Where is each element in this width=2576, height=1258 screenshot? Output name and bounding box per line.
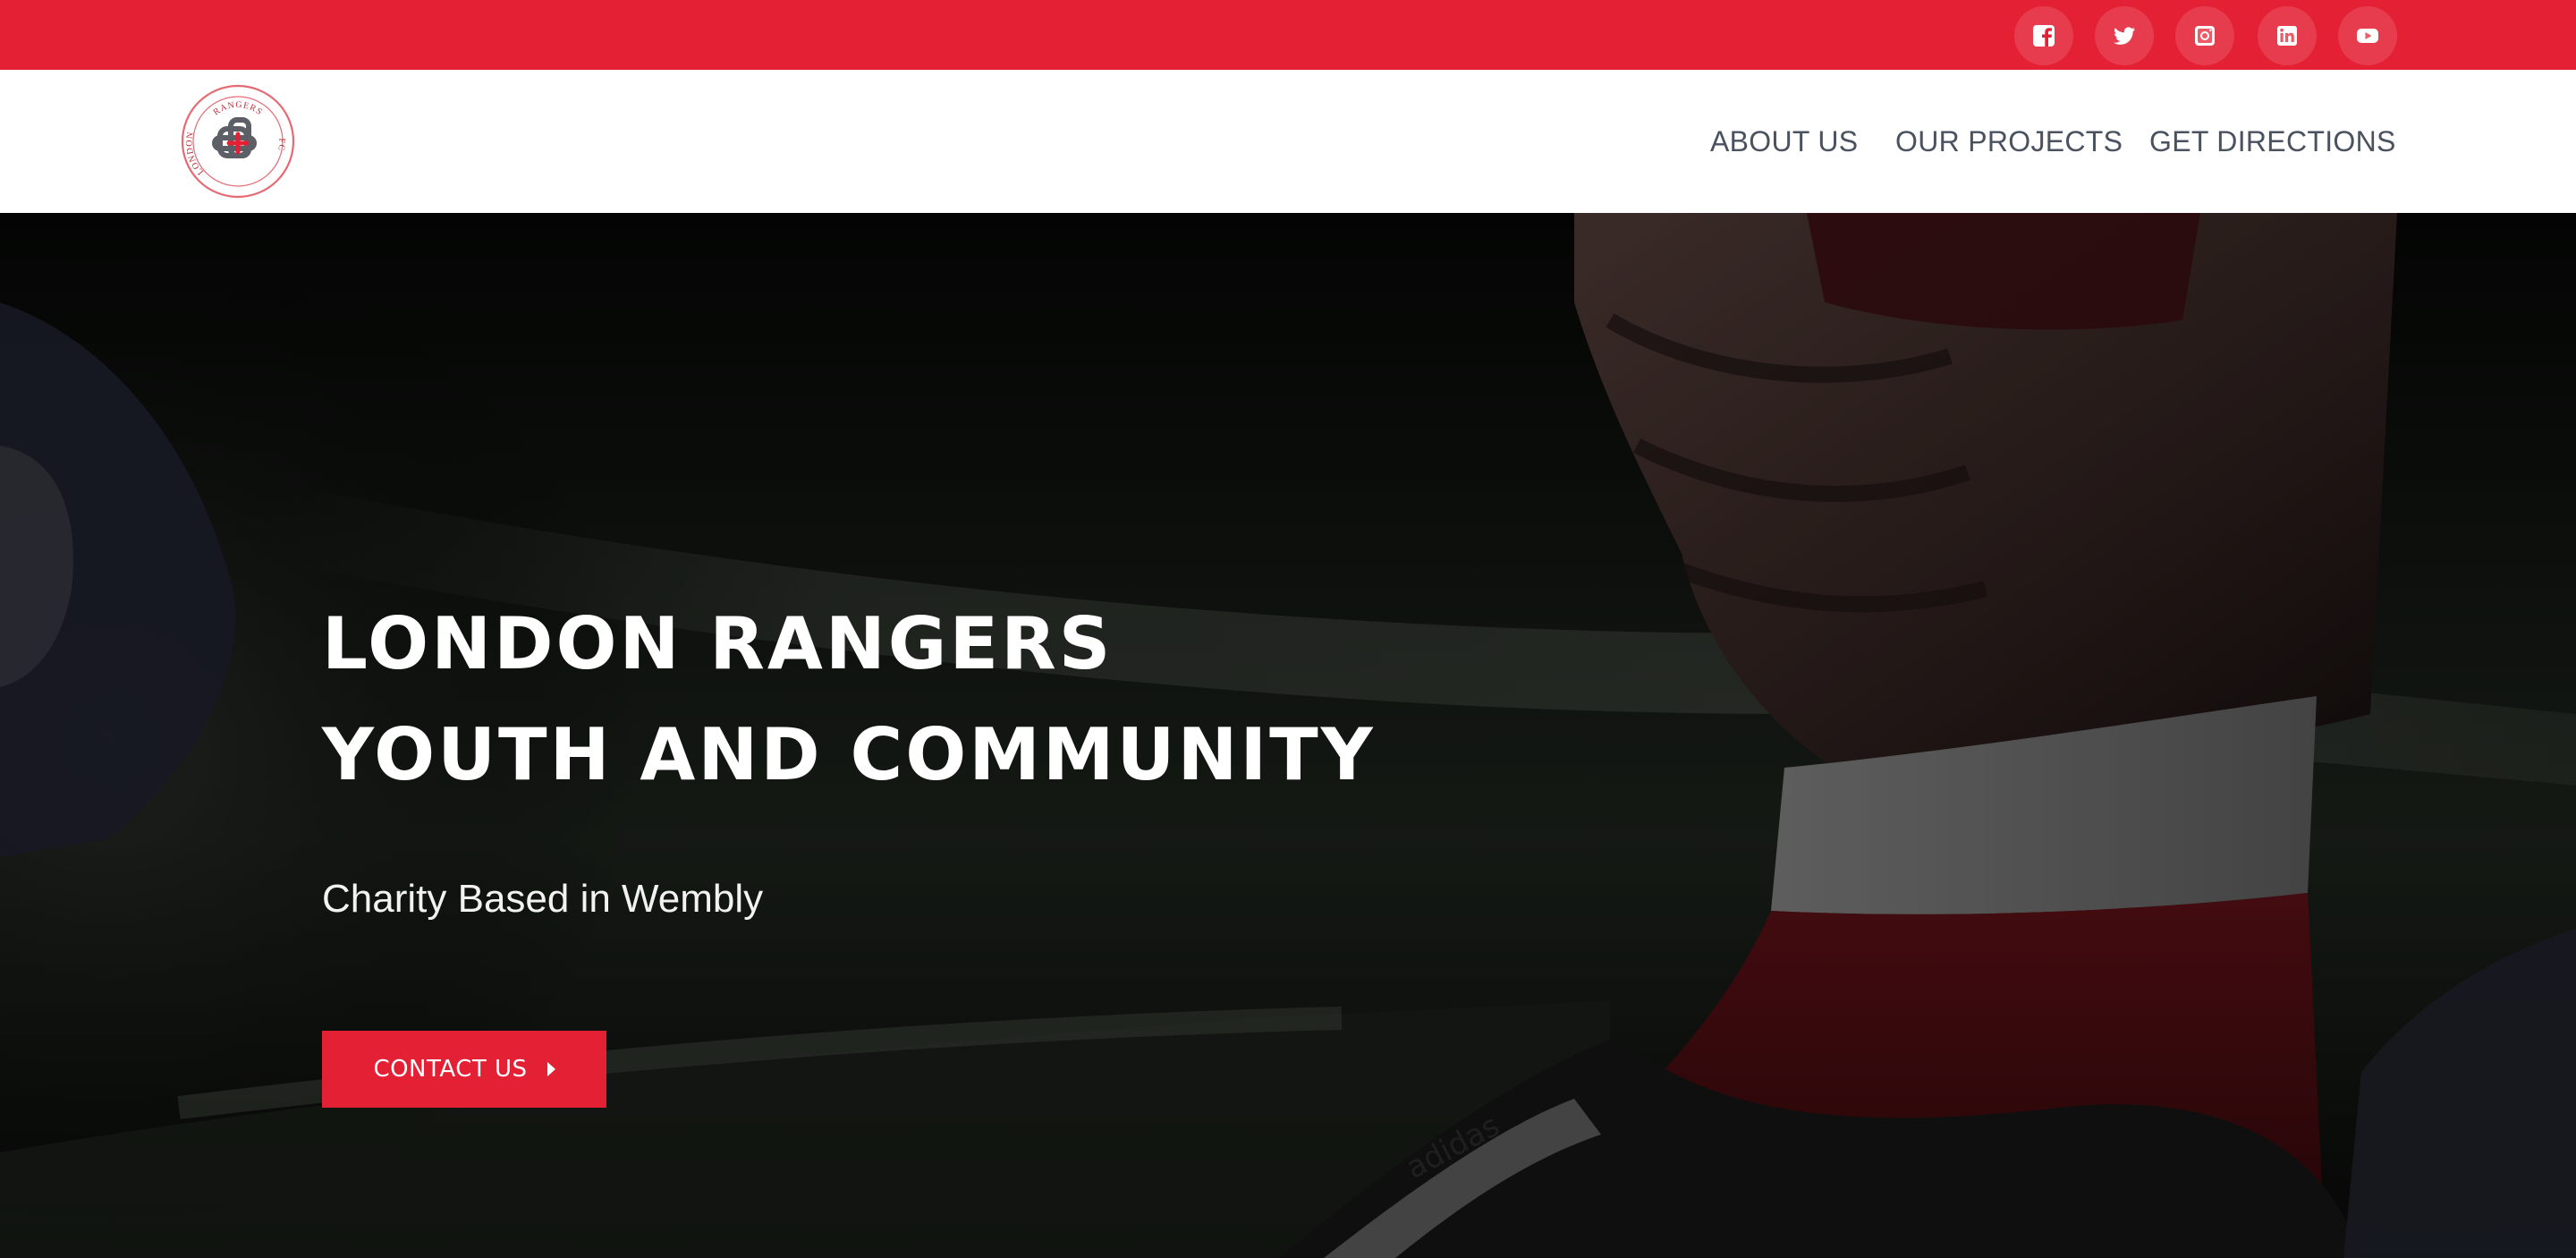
- facebook-icon: [2033, 25, 2055, 47]
- contact-us-label: CONTACT US: [373, 1056, 528, 1083]
- hero-section: adidas LONDON RANGERS YOUTH AND COMMUNIT…: [0, 213, 2576, 1258]
- london-rangers-crest-icon: RANGERS LONDON FC: [181, 84, 295, 199]
- linkedin-link[interactable]: [2258, 6, 2317, 65]
- youtube-icon: [2357, 29, 2378, 43]
- caret-right-icon: [547, 1062, 555, 1076]
- instagram-icon: [2195, 26, 2215, 46]
- nav-about-us[interactable]: ABOUT US: [1710, 122, 1858, 161]
- youtube-link[interactable]: [2338, 6, 2397, 65]
- hero-title-line-1: LONDON RANGERS: [322, 602, 1114, 685]
- main-navbar: RANGERS LONDON FC ABOUT US OUR PROJECTS …: [0, 70, 2576, 213]
- twitter-link[interactable]: [2095, 6, 2154, 65]
- facebook-link[interactable]: [2014, 6, 2073, 65]
- svg-text:FC: FC: [275, 138, 286, 151]
- hero-subtitle: Charity Based in Wembly: [322, 877, 764, 921]
- linkedin-icon: [2277, 26, 2297, 46]
- social-topbar: [0, 0, 2576, 70]
- contact-us-button[interactable]: CONTACT US: [322, 1031, 606, 1108]
- nav-our-projects[interactable]: OUR PROJECTS: [1895, 122, 2123, 161]
- nav-get-directions[interactable]: GET DIRECTIONS: [2149, 122, 2396, 161]
- hero-title: LONDON RANGERS YOUTH AND COMMUNITY: [322, 589, 1376, 811]
- twitter-icon: [2114, 27, 2135, 45]
- instagram-link[interactable]: [2175, 6, 2234, 65]
- hero-title-line-2: YOUTH AND COMMUNITY: [322, 713, 1376, 796]
- club-logo[interactable]: RANGERS LONDON FC: [179, 82, 297, 200]
